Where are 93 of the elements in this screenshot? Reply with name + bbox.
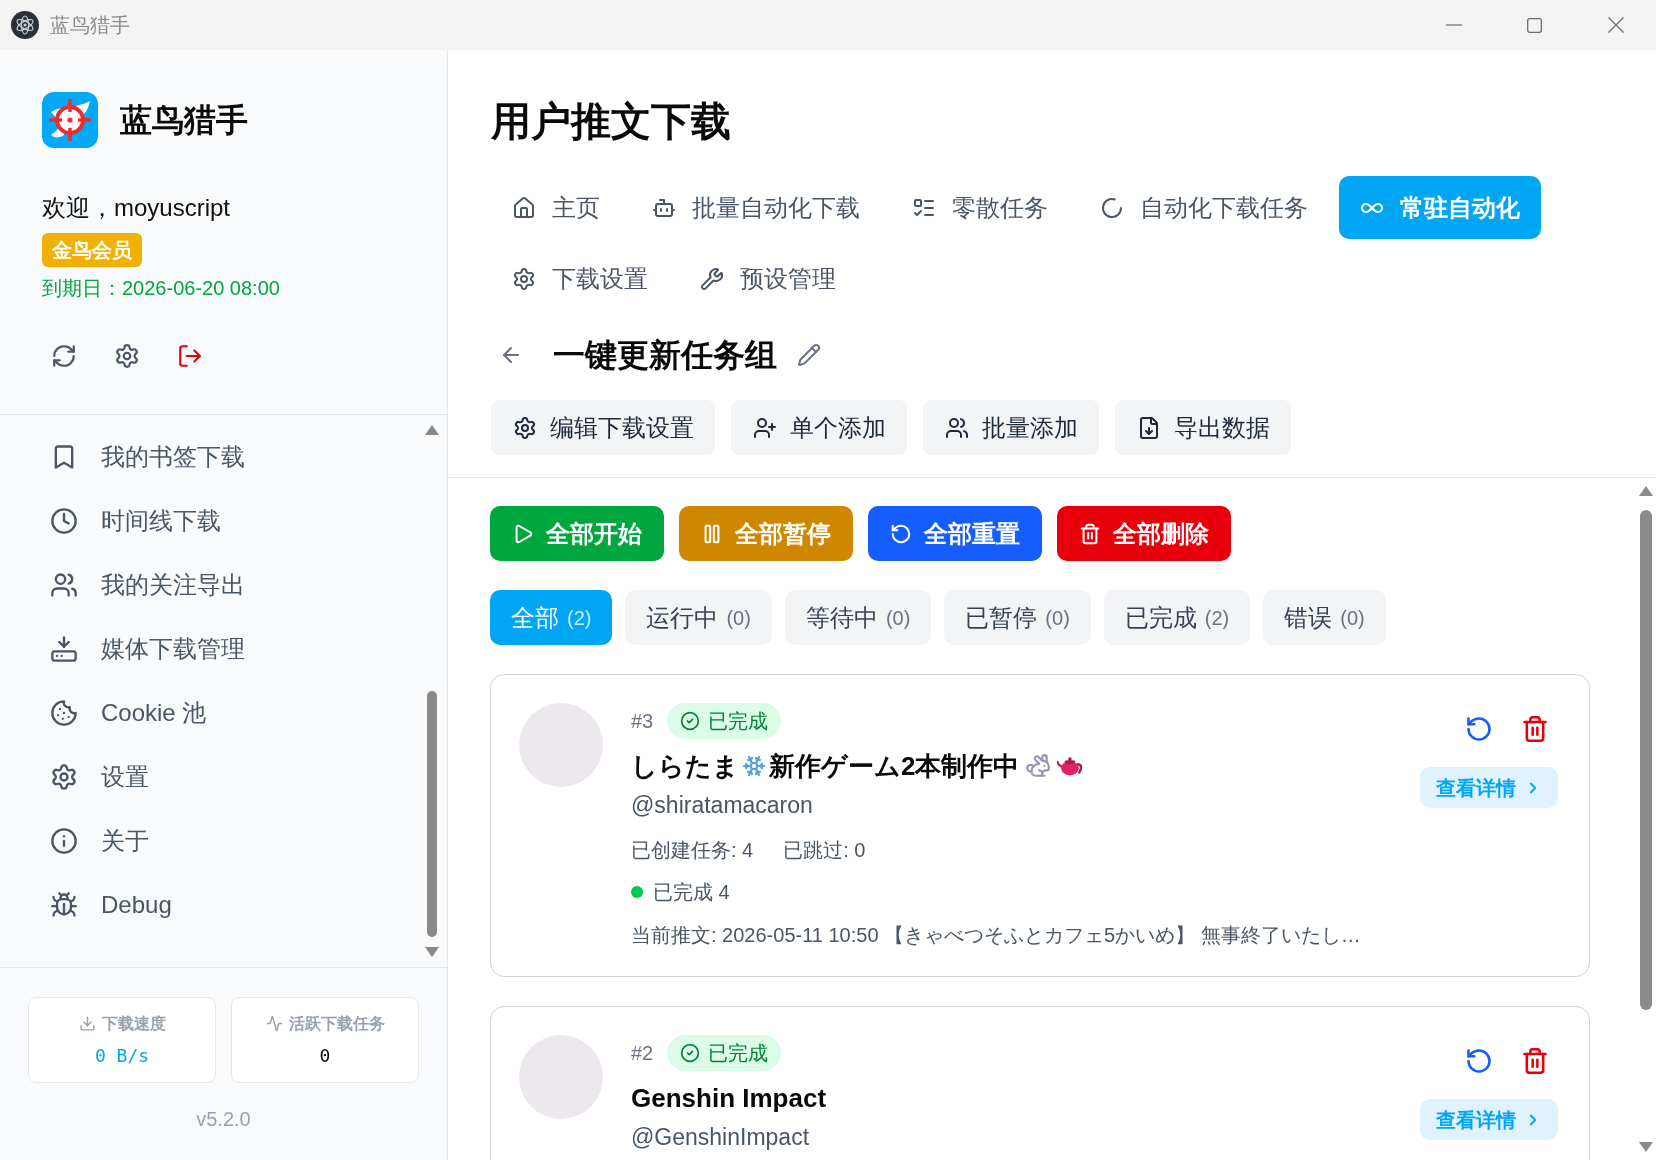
bulk-action-button[interactable]: 全部重置	[868, 506, 1042, 561]
app-icon	[11, 11, 39, 39]
nav-tab[interactable]: 预设管理	[679, 247, 857, 310]
nav-tab[interactable]: 批量自动化下载	[631, 176, 881, 239]
user-plus-icon	[753, 415, 777, 440]
sidebar-item[interactable]: Debug	[34, 873, 390, 937]
users-icon	[50, 571, 78, 599]
logout-icon	[177, 343, 203, 369]
sidebar-item[interactable]: 我的书签下载	[34, 425, 390, 489]
task-name: しらたま	[631, 750, 739, 783]
group-action-button[interactable]: 批量添加	[923, 400, 1099, 455]
settings-icon	[512, 266, 536, 291]
group-action-button[interactable]: 导出数据	[1115, 400, 1291, 455]
reset-icon	[1465, 715, 1493, 743]
group-title: 一键更新任务组	[553, 336, 777, 375]
expiry-text: 到期日：2026-06-20 08:00	[42, 276, 280, 301]
trash-icon	[1521, 1047, 1549, 1075]
filter-tab[interactable]: 已暂停 (0)	[944, 590, 1091, 645]
nav-tab[interactable]: 主页	[491, 176, 621, 239]
settings-icon	[114, 343, 140, 369]
pencil-icon	[797, 343, 821, 367]
maximize-icon	[1527, 17, 1542, 33]
stat-value: 0 B/s	[94, 1043, 150, 1068]
nav-tab[interactable]: 自动化下载任务	[1079, 176, 1329, 239]
task-name: 新作ゲーム2本制作中	[769, 750, 1020, 783]
task-handle: @shiratamacaron	[631, 791, 813, 820]
page-title: 用户推文下载	[491, 98, 731, 145]
group-action-button[interactable]: 单个添加	[731, 400, 907, 455]
wrench-icon	[700, 266, 724, 291]
task-name: Genshin Impact	[631, 1082, 827, 1115]
version-text: v5.2.0	[196, 1107, 251, 1132]
filter-tab[interactable]: 运行中 (0)	[625, 590, 772, 645]
sidebar-item[interactable]: 我的关注导出	[34, 553, 390, 617]
cookie-icon	[50, 699, 78, 727]
close-icon	[1607, 17, 1624, 33]
download-icon	[78, 1015, 96, 1032]
snowflake-icon	[742, 754, 766, 778]
reset-icon	[1465, 1047, 1493, 1075]
minimize-icon	[1445, 24, 1462, 26]
trash-icon	[1521, 715, 1549, 743]
scroll-up-arrow-icon[interactable]	[1639, 486, 1653, 496]
filter-tab[interactable]: 等待中 (0)	[784, 590, 932, 645]
house-icon	[512, 195, 536, 220]
reset-icon	[890, 522, 912, 545]
users-icon	[945, 415, 969, 440]
bug-icon	[50, 891, 78, 919]
sidebar-item[interactable]: 设置	[34, 745, 390, 809]
pulse-icon	[265, 1015, 283, 1032]
settings-icon	[50, 763, 78, 791]
progress-text: 已完成 4	[653, 880, 730, 905]
loader-icon	[1100, 195, 1124, 220]
task-handle: @GenshinImpact	[631, 1123, 810, 1152]
sidebar-item[interactable]: Cookie 池	[34, 681, 390, 745]
settings-icon	[513, 415, 537, 440]
scroll-up-arrow-icon[interactable]	[425, 425, 439, 435]
stat-label: 活跃下载任务	[288, 1013, 385, 1034]
scroll-down-arrow-icon[interactable]	[1639, 1142, 1653, 1152]
scroll-down-arrow-icon[interactable]	[425, 947, 439, 957]
app-name: 蓝鸟猎手	[120, 101, 248, 140]
check-circle-icon	[680, 1043, 701, 1063]
check-circle-icon	[680, 711, 701, 731]
task-number: #3	[631, 709, 654, 734]
status-label: 已完成	[708, 1041, 769, 1066]
filter-tab[interactable]: 错误 (0)	[1263, 590, 1386, 645]
scrollbar-thumb[interactable]	[427, 691, 437, 937]
status-label: 已完成	[708, 709, 769, 734]
filter-tab[interactable]: 已完成 (2)	[1103, 590, 1251, 645]
stat-label: 下载速度	[101, 1013, 166, 1034]
nav-tab[interactable]: 零散任务	[891, 176, 1069, 239]
tray-download-icon	[50, 635, 78, 663]
membership-badge: 金鸟会员	[42, 233, 142, 267]
sidebar-item[interactable]: 媒体下载管理	[34, 617, 390, 681]
scrollbar-thumb[interactable]	[1640, 510, 1652, 1010]
counter-text: 已跳过: 0	[783, 838, 866, 863]
counter-text: 已创建任务: 4	[631, 838, 754, 863]
task-number: #2	[631, 1041, 654, 1066]
bulk-action-button[interactable]: 全部删除	[1057, 506, 1231, 561]
clock-icon	[50, 507, 78, 535]
current-tweet-text: 当前推文: 2026-05-11 10:50 【きゃべつそふとカフェ5かいめ】 無事終了いたし…	[631, 923, 1361, 948]
stat-value: 0	[319, 1043, 331, 1068]
window-title: 蓝鸟猎手	[50, 13, 130, 38]
app-logo	[42, 92, 98, 148]
file-download-icon	[1137, 415, 1161, 440]
teapot-icon	[1057, 755, 1085, 777]
welcome-text: 欢迎，moyuscript	[42, 193, 231, 223]
sidebar-item[interactable]: 关于	[34, 809, 390, 873]
info-icon	[50, 827, 78, 855]
refresh-icon	[51, 343, 77, 369]
trash-icon	[1079, 522, 1101, 545]
sidebar-item[interactable]: 时间线下载	[34, 489, 390, 553]
rabbit-icon	[1025, 753, 1052, 779]
group-action-button[interactable]: 编辑下载设置	[491, 400, 715, 455]
nav-tab[interactable]: 下载设置	[491, 247, 669, 310]
